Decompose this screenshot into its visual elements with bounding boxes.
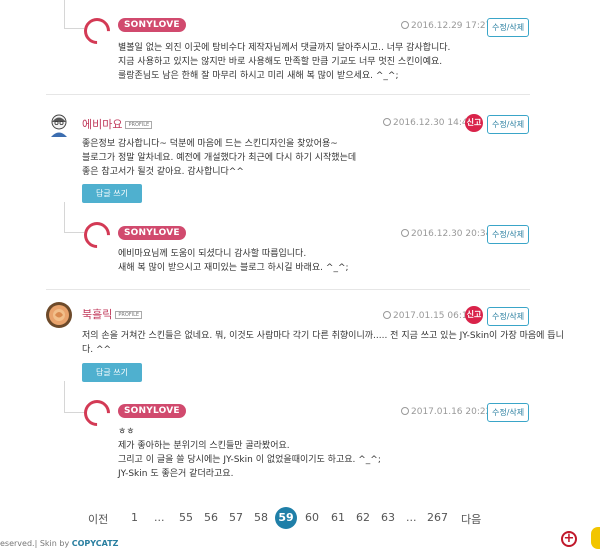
avatar-icon	[51, 114, 67, 137]
side-tab-icon[interactable]	[591, 527, 600, 549]
avatar	[78, 12, 116, 50]
clock-icon	[401, 21, 409, 29]
avatar	[78, 216, 116, 254]
rose-avatar-icon	[46, 302, 72, 328]
ellipsis: ...	[154, 511, 165, 524]
report-button[interactable]: 신고	[465, 306, 483, 324]
author-badge[interactable]: SONYLOVE	[118, 226, 186, 240]
next-page-link[interactable]: 다음	[461, 511, 481, 527]
clock-icon	[401, 229, 409, 237]
comment-line: 그리고 이 글을 쓸 당시에는 JY-Skin 이 없었을때이기도 하고요. ^…	[118, 455, 381, 465]
comment-line: 저의 손을 거쳐간 스킨들은 없네요. 뭐, 이것도 사람마다 각기 다른 취향…	[82, 331, 564, 341]
author-badge[interactable]: SONYLOVE	[118, 18, 186, 32]
edit-delete-button[interactable]: 수정/삭제	[487, 403, 530, 422]
edit-delete-button[interactable]: 수정/삭제	[487, 225, 530, 244]
avatar	[48, 113, 70, 137]
comment-body: 별볼일 없는 외진 이곳에 탕비수다 제작자님께서 댓글까지 달아주시고.. 너…	[118, 41, 450, 83]
comment-time: 2016.12.30 14:45	[383, 118, 473, 128]
comment-body: 저의 손을 거쳐간 스킨들은 없네요. 뭐, 이것도 사람마다 각기 다른 취향…	[82, 329, 564, 357]
thread-connector	[64, 232, 84, 233]
report-button[interactable]: 신고	[465, 114, 483, 132]
edit-delete-button[interactable]: 수정/삭제	[487, 115, 530, 134]
comment-time: 2017.01.15 06:14	[383, 311, 473, 321]
comment-line: 룰랑존님도 남은 한해 잘 마무리 하시고 미리 새해 복 많이 받으세요. ^…	[118, 71, 399, 81]
comment-line: 좋은 참고서가 될것 같아요. 감사합니다^^	[82, 167, 244, 177]
comment-line: 에비마요님께 도움이 되셨다니 감사할 따름입니다.	[118, 249, 307, 259]
comment-line: 새해 복 많이 받으시고 재미있는 블로그 하시길 바래요. ^_^;	[118, 263, 349, 273]
divider	[46, 289, 530, 290]
clock-icon	[401, 407, 409, 415]
page-link-last[interactable]: 267	[427, 511, 448, 524]
clock-icon	[383, 118, 391, 126]
page-link[interactable]: 56	[204, 511, 218, 524]
current-page[interactable]: 59	[275, 507, 297, 529]
thread-line	[64, 0, 65, 28]
page-link[interactable]: 55	[179, 511, 193, 524]
comment-time: 2017.01.16 20:22	[401, 407, 491, 417]
thread-connector	[64, 28, 84, 29]
thread-line	[64, 202, 65, 232]
author-badge[interactable]: SONYLOVE	[118, 404, 186, 418]
plus-icon[interactable]: +	[561, 531, 577, 547]
page-link[interactable]: 62	[356, 511, 370, 524]
comment-time: 2016.12.29 17:27	[401, 21, 491, 31]
edit-delete-button[interactable]: 수정/삭제	[487, 18, 530, 37]
comment-line: JY-Skin 도 좋은거 같더라고요.	[118, 469, 234, 479]
comment-line: 블로그가 정말 알차네요. 예전에 개설했다가 최근에 다시 하기 시작했는데	[82, 153, 357, 163]
comment-line: 좋은정보 감사합니다~ 덕분에 마음에 드는 스킨디자인을 찾았어용~	[82, 139, 338, 149]
author-name[interactable]: 에비마요	[82, 118, 122, 131]
page-link-first[interactable]: 1	[131, 511, 138, 524]
profile-tag[interactable]: PROFILE	[115, 311, 143, 319]
thread-line	[64, 381, 65, 412]
page-link[interactable]: 58	[254, 511, 268, 524]
clock-icon	[383, 311, 391, 319]
avatar	[46, 302, 72, 328]
thread-connector	[64, 412, 84, 413]
profile-tag[interactable]: PROFILE	[125, 121, 153, 129]
page-link[interactable]: 57	[229, 511, 243, 524]
ellipsis: ...	[406, 511, 417, 524]
comment-body: 에비마요님께 도움이 되셨다니 감사할 따름입니다. 새해 복 많이 받으시고 …	[118, 247, 349, 275]
skin-brand-link[interactable]: COPYCATZ	[72, 539, 119, 548]
comment-line: 지금 사용하고 있지는 않지만 바로 사용해도 만족할 만큼 기교도 너무 멋진…	[118, 57, 443, 67]
comment-body: ㅎㅎ 제가 좋아하는 분위기의 스킨들만 골라봤어요. 그리고 이 글을 쓸 당…	[118, 425, 381, 481]
comment-body: 좋은정보 감사합니다~ 덕분에 마음에 드는 스킨디자인을 찾았어용~ 블로그가…	[82, 137, 356, 179]
reply-button[interactable]: 답글 쓰기	[82, 363, 142, 382]
comment-time: 2016.12.30 20:34	[401, 229, 491, 239]
comment-author[interactable]: 북흘릭 PROFILE	[82, 306, 143, 322]
footer: eserved.| Skin by COPYCATZ	[0, 539, 118, 548]
avatar	[78, 394, 116, 432]
edit-delete-button[interactable]: 수정/삭제	[487, 307, 530, 326]
page-link[interactable]: 61	[331, 511, 345, 524]
author-name[interactable]: 북흘릭	[82, 308, 112, 321]
comment-author[interactable]: 에비마요 PROFILE	[82, 116, 153, 132]
comment-line: ㅎㅎ	[118, 427, 135, 437]
page-link[interactable]: 63	[381, 511, 395, 524]
comment-line: 별볼일 없는 외진 이곳에 탕비수다 제작자님께서 댓글까지 달아주시고.. 너…	[118, 43, 451, 53]
page-link[interactable]: 60	[305, 511, 319, 524]
comment-line: 다. ^^	[82, 345, 112, 355]
comment-line: 제가 좋아하는 분위기의 스킨들만 골라봤어요.	[118, 441, 290, 451]
reply-button[interactable]: 답글 쓰기	[82, 184, 142, 203]
footer-copyright: eserved.| Skin by	[0, 539, 70, 548]
divider	[46, 94, 530, 95]
prev-page-link[interactable]: 이전	[88, 511, 108, 527]
